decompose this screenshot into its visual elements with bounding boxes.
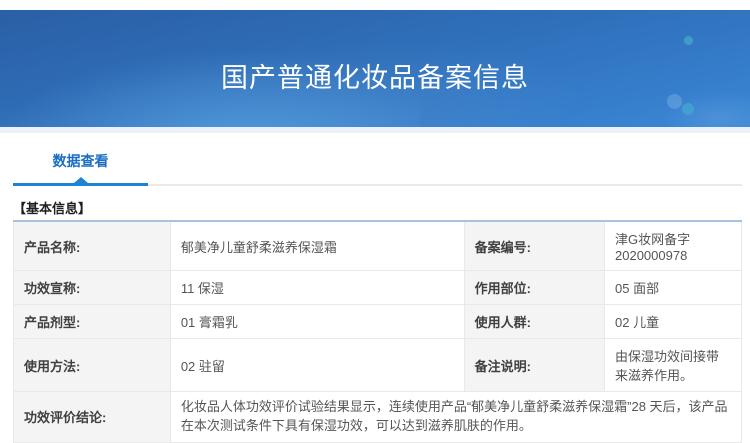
basic-info-table: 产品名称: 郁美净儿童舒柔滋养保湿霜 备案编号: 津G妆网备字202000097… bbox=[13, 220, 743, 443]
efficacy-claim-value: 11 保湿 bbox=[169, 270, 465, 305]
table-row-dosage-form: 产品剂型: 01 膏霜乳 使用人群: 02 儿童 bbox=[13, 304, 742, 339]
decor-dot-blue bbox=[667, 94, 682, 109]
dosage-form-value: 01 膏霜乳 bbox=[169, 304, 465, 339]
efficacy-conclusion-value: 化妆品人体功效评价试验结果显示，连续使用产品“郁美净儿童舒柔滋养保湿霜”28 天… bbox=[169, 391, 743, 443]
efficacy-conclusion-label: 功效评价结论: bbox=[13, 391, 171, 443]
banner-under-strip bbox=[0, 127, 750, 133]
top-margin-strip bbox=[0, 0, 750, 10]
product-name-label: 产品名称: bbox=[13, 220, 171, 271]
banner: 国产普通化妆品备案信息 bbox=[0, 10, 750, 127]
remarks-value: 由保湿功效间接带来滋养作用。 bbox=[604, 338, 742, 392]
target-users-value: 02 儿童 bbox=[604, 304, 742, 339]
page-title: 国产普通化妆品备案信息 bbox=[221, 63, 529, 93]
section-heading-basic-info: 【基本信息】 bbox=[13, 201, 92, 216]
record-number-value: 津G妆网备字2020000978 bbox=[604, 220, 742, 271]
tab-data-view-label: 数据查看 bbox=[52, 153, 109, 169]
table-row-efficacy-claim: 功效宣称: 11 保湿 作用部位: 05 面部 bbox=[13, 270, 742, 305]
tab-bar: 数据查看 bbox=[13, 150, 742, 186]
dosage-form-label: 产品剂型: bbox=[13, 304, 171, 339]
efficacy-claim-label: 功效宣称: bbox=[13, 270, 171, 305]
tab-data-view[interactable]: 数据查看 bbox=[13, 150, 148, 186]
main-content: 数据查看 【基本信息】 产品名称: 郁美净儿童舒柔滋养保湿霜 备案编号: 津G妆… bbox=[0, 150, 750, 443]
application-site-value: 05 面部 bbox=[604, 270, 742, 305]
product-name-value: 郁美净儿童舒柔滋养保湿霜 bbox=[169, 220, 465, 271]
usage-method-label: 使用方法: bbox=[13, 338, 171, 392]
decor-dot-teal bbox=[682, 103, 694, 115]
application-site-label: 作用部位: bbox=[463, 270, 606, 305]
target-users-label: 使用人群: bbox=[463, 304, 606, 339]
table-row-product-name: 产品名称: 郁美净儿童舒柔滋养保湿霜 备案编号: 津G妆网备字202000097… bbox=[13, 220, 742, 271]
table-row-usage-method: 使用方法: 02 驻留 备注说明: 由保湿功效间接带来滋养作用。 bbox=[13, 338, 742, 392]
tab-active-underline bbox=[13, 183, 148, 186]
decor-ellipse bbox=[660, 90, 750, 127]
remarks-label: 备注说明: bbox=[463, 338, 606, 392]
record-number-label: 备案编号: bbox=[463, 220, 606, 271]
usage-method-value: 02 驻留 bbox=[169, 338, 465, 392]
table-row-efficacy-conclusion: 功效评价结论: 化妆品人体功效评价试验结果显示，连续使用产品“郁美净儿童舒柔滋养… bbox=[13, 391, 743, 443]
